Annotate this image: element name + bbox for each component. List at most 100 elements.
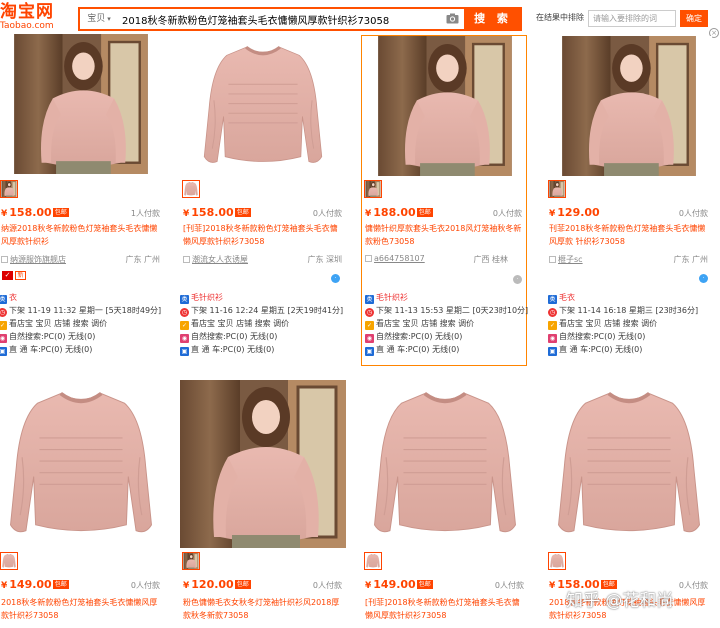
natural-search: ◉ 自然搜索:PC(0) 无线(0) <box>548 332 646 343</box>
header-bar: 淘宝网 Taobao.com 宝贝▾ 搜 索 在结果中排除 请输入要排除的词 确… <box>0 0 720 36</box>
category-tag[interactable]: 类毛针织衫 <box>365 291 535 304</box>
product-image[interactable] <box>362 380 528 548</box>
price: ¥129.00 <box>549 206 600 219</box>
product-title[interactable]: 慵懒针织厚款套头毛衣2018风灯笼袖秋冬新款粉色73058 <box>365 222 525 248</box>
shop-link[interactable]: 潮流女人衣诱屋 <box>183 254 283 265</box>
product-title[interactable]: 纳源2018秋冬新款粉色灯笼袖套头毛衣慵懒风厚款针织衫 <box>1 222 161 248</box>
thumbnail-swatch[interactable] <box>548 180 566 198</box>
search-input[interactable] <box>122 9 472 29</box>
through-train: ▣ 直 通 车:PC(0) 无线(0) <box>180 345 275 356</box>
delist-time: ◷ 下架 11-16 12:24 星期五 [2天19时41分] <box>180 306 344 317</box>
sales-count: 0人付款 <box>312 581 342 590</box>
shop-link[interactable]: 纳源服饰旗舰店 <box>1 254 101 265</box>
product-card[interactable]: ¥149.00 包邮 0人付款 [刊菲]2018秋冬新款粉色灯笼袖套头毛衣慵懒风厚… <box>362 380 528 620</box>
item3-extra: 类毛针织衫 ◷ 下架 11-13 15:53 星期二 [0天23时10分] ✓ 看店… <box>365 291 535 356</box>
brand-badge: ✓ <box>2 271 13 280</box>
sales-count: 0人付款 <box>312 209 342 218</box>
thumbnail-swatch[interactable] <box>0 552 18 570</box>
exclude-input[interactable]: 请输入要排除的词 <box>588 10 676 27</box>
tools-links[interactable]: ✓ 看店宝 宝贝 店铺 搜索 调价 <box>180 317 350 330</box>
product-image[interactable] <box>546 36 712 176</box>
sales-count: 0人付款 <box>492 209 522 218</box>
price: ¥149.00 包邮 <box>1 578 69 591</box>
product-image[interactable] <box>0 34 164 174</box>
chevron-down-icon: ▾ <box>107 15 111 23</box>
product-card[interactable]: ¥158.00 包邮 0人付款 [刊菲]2018秋冬新款粉色灯笼袖套头毛衣慵懒风厚… <box>180 36 346 266</box>
item2-extra: 类毛针织衫 ◷ 下架 11-16 12:24 星期五 [2天19时41分] ✓ 看店… <box>180 291 350 356</box>
sales-count: 0人付款 <box>494 581 524 590</box>
price: ¥158.00 包邮 <box>1 206 69 219</box>
delist-time: ◷ 下架 11-14 16:18 星期三 [23时36分] <box>548 306 699 317</box>
thumbnail-swatch[interactable] <box>0 180 18 198</box>
product-image[interactable] <box>180 380 346 548</box>
wangwang-icon[interactable]: · <box>513 275 522 284</box>
category-tag[interactable]: 类衣 <box>0 291 168 304</box>
sales-count: 0人付款 <box>130 581 160 590</box>
category-tag[interactable]: 类毛衣 <box>548 291 718 304</box>
shop-link[interactable]: a664758107 <box>365 254 465 263</box>
thumbnail-swatch[interactable] <box>548 552 566 570</box>
product-card[interactable]: ¥158.00 包邮 1人付款 纳源2018秋冬新款粉色灯笼袖套头毛衣慵懒风厚款针… <box>0 36 164 266</box>
price: ¥149.00 包邮 <box>365 578 433 591</box>
location: 广东 广州 <box>673 255 708 264</box>
tools-links[interactable]: ✓ 看店宝 宝贝 店铺 搜索 调价 <box>548 317 718 330</box>
search-button[interactable]: 搜 索 <box>464 7 522 31</box>
product-card-highlighted[interactable]: ¥188.00 包邮 0人付款 慵懒针织厚款套头毛衣2018风灯笼袖秋冬新款粉色7… <box>361 35 528 366</box>
search-category-select[interactable]: 宝贝 ▾ <box>80 9 118 29</box>
thumbnail-swatch[interactable] <box>364 552 382 570</box>
sales-count: 0人付款 <box>678 581 708 590</box>
product-title[interactable]: 刊菲2018秋冬新款粉色灯笼袖套头毛衣慵懒风厚款 针织衫73058 <box>549 222 709 248</box>
price: ¥158.00 包邮 <box>183 206 251 219</box>
exclude-confirm-button[interactable]: 确定 <box>680 10 708 27</box>
thumbnail-swatch[interactable] <box>182 552 200 570</box>
category-tag[interactable]: 类毛针织衫 <box>180 291 350 304</box>
shop-icon <box>365 255 372 262</box>
wangwang-icon[interactable]: · <box>331 274 340 283</box>
price: ¥188.00 包邮 <box>365 206 433 219</box>
product-title[interactable]: 2018秋冬新款粉色灯笼袖套头毛衣慵懒风厚款针织衫73058 <box>1 596 161 622</box>
location: 广西 桂林 <box>473 255 508 264</box>
product-title[interactable]: [刊菲]2018秋冬新款粉色灯笼袖套头毛衣慵懒风厚款针织衫73058 <box>365 596 525 622</box>
through-train: ▣ 直 通 车:PC(0) 无线(0) <box>0 345 93 356</box>
product-card[interactable]: ¥120.00 包邮 0人付款 粉色慵懒毛衣女秋冬灯笼袖针织衫风2018厚款秋冬新… <box>180 380 346 620</box>
sales-count: 0人付款 <box>678 209 708 218</box>
logo-subtext: Taobao.com <box>0 21 54 31</box>
watermark: 知乎 @花和尚 <box>566 591 674 611</box>
price: ¥120.00 包邮 <box>183 578 251 591</box>
shop-icon <box>183 256 190 263</box>
thumbnail-swatch[interactable] <box>182 180 200 198</box>
shop-icon <box>549 256 556 263</box>
product-card[interactable]: ¥149.00 包邮 0人付款 2018秋冬新款粉色灯笼袖套头毛衣慵懒风厚款针织衫… <box>0 380 164 620</box>
product-image[interactable] <box>180 36 346 176</box>
tools-links[interactable]: ✓ 看店宝 宝贝 店铺 搜索 调价 <box>365 317 535 330</box>
product-card[interactable]: ¥129.00 0人付款 刊菲2018秋冬新款粉色灯笼袖套头毛衣慵懒风厚款 针织… <box>546 36 712 266</box>
through-train: ▣ 直 通 车:PC(0) 无线(0) <box>365 345 460 356</box>
sales-count: 1人付款 <box>130 209 160 218</box>
location: 广东 深圳 <box>307 255 342 264</box>
product-image[interactable] <box>0 380 164 548</box>
exclude-label: 在结果中排除 <box>536 13 584 22</box>
product-image[interactable] <box>362 36 528 176</box>
item4-extra: 类毛衣 ◷ 下架 11-14 16:18 星期三 [23时36分] ✓ 看店宝 宝贝… <box>548 291 718 356</box>
tools-links[interactable]: ✓ 看店宝 宝贝 店铺 搜索 调价 <box>0 317 168 330</box>
natural-search: ◉ 自然搜索:PC(0) 无线(0) <box>180 332 278 343</box>
logo-text: 淘宝网 <box>0 2 54 22</box>
camera-icon[interactable] <box>446 13 459 24</box>
product-title[interactable]: [刊菲]2018秋冬新款粉色灯笼袖套头毛衣慵懒风厚款针织衫73058 <box>183 222 343 248</box>
item1-extra: 类衣 ◷ 下架 11-19 11:32 星期一 [5天18时49分] ✓ 看店宝 宝… <box>0 291 168 356</box>
through-train: ▣ 直 通 车:PC(0) 无线(0) <box>548 345 643 356</box>
new-badge: 新 <box>15 271 26 280</box>
search-box: 宝贝▾ 搜 索 <box>78 7 522 31</box>
delist-time: ◷ 下架 11-13 15:53 星期二 [0天23时10分] <box>365 306 529 317</box>
shop-icon <box>1 256 8 263</box>
product-title[interactable]: 粉色慵懒毛衣女秋冬灯笼袖针织衫风2018厚款秋冬新款73058 <box>183 596 343 622</box>
wangwang-icon[interactable]: · <box>699 274 708 283</box>
delist-time: ◷ 下架 11-19 11:32 星期一 [5天18时49分] <box>0 306 162 317</box>
product-card[interactable]: ¥158.00 包邮 0人付款 2018秋冬新款粉色灯笼袖套头毛衣慵懒风厚款针织衫… <box>546 380 712 620</box>
shop-link[interactable]: 榧子sc <box>549 254 649 265</box>
location: 广东 广州 <box>125 255 160 264</box>
product-image[interactable] <box>546 380 712 548</box>
thumbnail-swatch[interactable] <box>364 180 382 198</box>
natural-search: ◉ 自然搜索:PC(0) 无线(0) <box>365 332 463 343</box>
taobao-logo[interactable]: 淘宝网 Taobao.com <box>0 3 70 33</box>
